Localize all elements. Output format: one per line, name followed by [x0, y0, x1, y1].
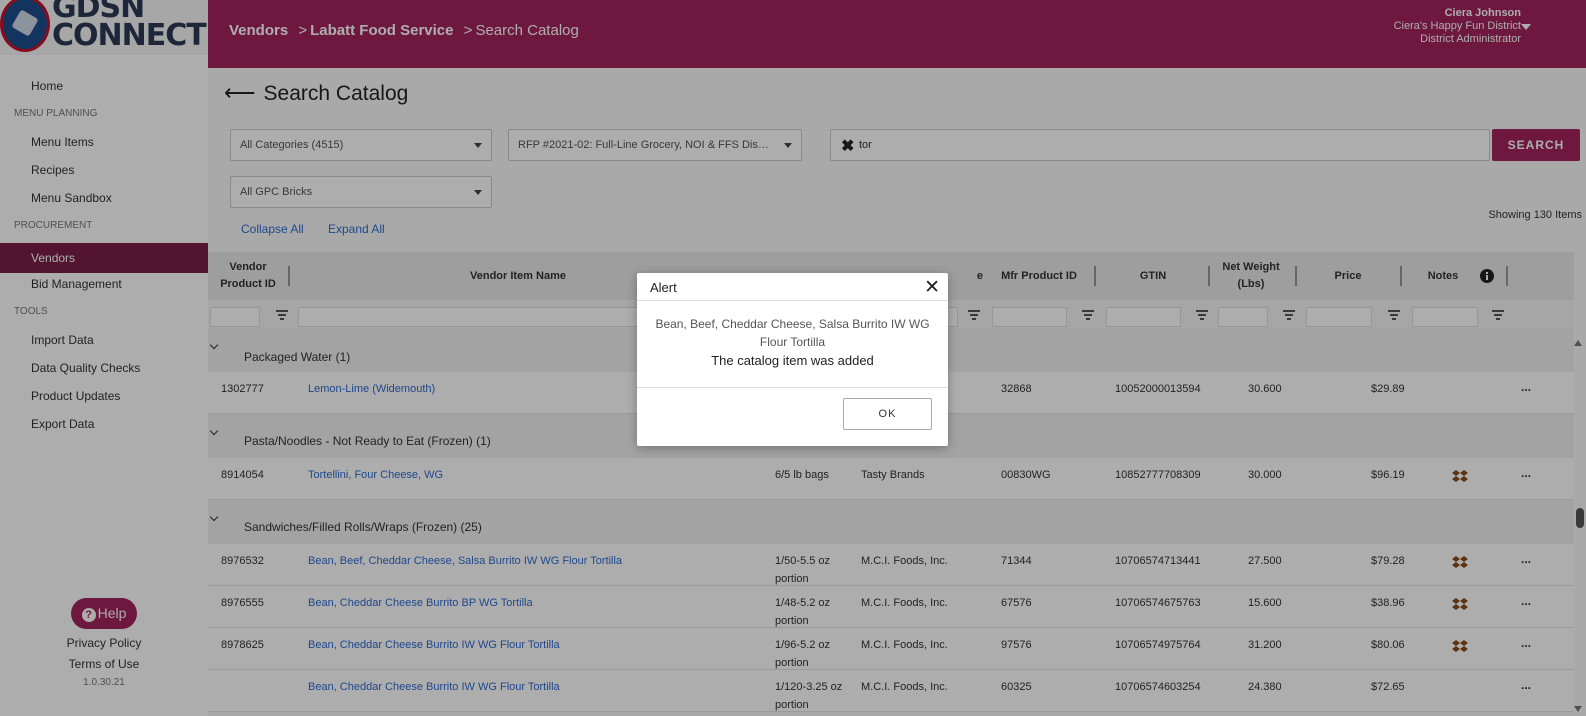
dialog-title-text: Alert — [650, 280, 677, 295]
dialog-body: Bean, Beef, Cheddar Cheese, Salsa Burrit… — [637, 301, 948, 388]
dialog-message: The catalog item was added — [711, 353, 874, 368]
ok-button[interactable]: OK — [843, 398, 932, 430]
dialog-item-name: Bean, Beef, Cheddar Cheese, Salsa Burrit… — [655, 317, 930, 349]
close-icon[interactable]: ✕ — [924, 276, 940, 299]
dialog-title: Alert ✕ — [637, 273, 948, 301]
alert-dialog: Alert ✕ Bean, Beef, Cheddar Cheese, Sals… — [637, 273, 948, 446]
